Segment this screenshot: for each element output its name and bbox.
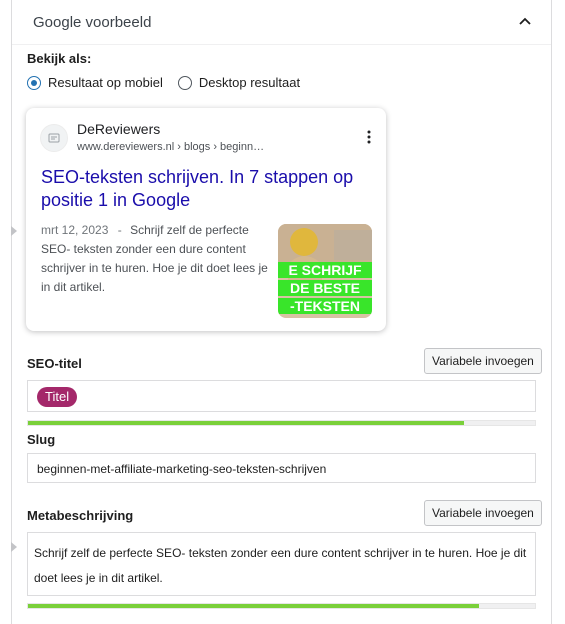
slug-value: beginnen-met-affiliate-marketing-seo-tek… bbox=[37, 462, 327, 476]
panel-header[interactable]: Google voorbeeld bbox=[12, 0, 551, 45]
view-as-label: Bekijk als: bbox=[27, 51, 92, 66]
collapse-arrow-icon[interactable] bbox=[11, 542, 17, 552]
meta-insert-variable-button[interactable]: Variabele invoegen bbox=[424, 500, 542, 526]
seo-title-progress-bar bbox=[27, 420, 536, 426]
serp-url: www.dereviewers.nl › blogs › beginn… bbox=[77, 141, 265, 153]
serp-separator: - bbox=[117, 223, 122, 237]
seo-title-insert-variable-button[interactable]: Variabele invoegen bbox=[424, 348, 542, 374]
radio-mobile-label[interactable]: Resultaat op mobiel bbox=[48, 75, 163, 90]
meta-description-value: Schrijf zelf de perfecte SEO- teksten zo… bbox=[34, 546, 527, 585]
seo-title-label: SEO-titel bbox=[27, 356, 82, 371]
thumb-line-2: DE BESTE bbox=[290, 280, 360, 296]
view-mode-radio-group: Resultaat op mobiel Desktop resultaat bbox=[27, 75, 315, 90]
radio-desktop[interactable] bbox=[177, 75, 192, 90]
serp-thumbnail: E SCHRIJF DE BESTE -TEKSTEN bbox=[278, 224, 372, 318]
title-variable-pill[interactable]: Titel bbox=[37, 387, 78, 407]
serp-site-name: DeReviewers bbox=[77, 121, 161, 137]
meta-progress-fill bbox=[28, 604, 480, 608]
collapse-arrow-icon[interactable] bbox=[11, 226, 17, 236]
serp-title-link[interactable]: SEO-teksten schrijven. In 7 stappen op p… bbox=[41, 166, 371, 212]
chevron-up-icon[interactable] bbox=[517, 13, 533, 29]
seo-title-progress-fill bbox=[28, 421, 465, 425]
slug-label: Slug bbox=[27, 432, 56, 447]
serp-description: mrt 12, 2023 - Schrijf zelf de perfecte … bbox=[41, 221, 271, 297]
thumb-line-3: -TEKSTEN bbox=[290, 298, 360, 314]
seo-title-input[interactable]: Titel bbox=[27, 380, 536, 412]
meta-progress-bar bbox=[27, 603, 536, 609]
more-options-icon[interactable] bbox=[367, 130, 371, 144]
thumb-line-1: E SCHRIJF bbox=[288, 262, 362, 278]
serp-preview-card: DeReviewers www.dereviewers.nl › blogs ›… bbox=[26, 108, 386, 331]
slug-input[interactable]: beginnen-met-affiliate-marketing-seo-tek… bbox=[27, 453, 536, 483]
google-preview-panel: Google voorbeeld Bekijk als: Resultaat o… bbox=[11, 0, 552, 624]
radio-mobile[interactable] bbox=[27, 75, 41, 90]
serp-date: mrt 12, 2023 bbox=[41, 223, 109, 237]
meta-description-input[interactable]: Schrijf zelf de perfecte SEO- teksten zo… bbox=[27, 532, 536, 596]
meta-description-label: Metabeschrijving bbox=[27, 508, 134, 523]
panel-title: Google voorbeeld bbox=[33, 14, 152, 31]
site-favicon-icon bbox=[40, 124, 68, 152]
radio-desktop-label[interactable]: Desktop resultaat bbox=[199, 75, 300, 90]
